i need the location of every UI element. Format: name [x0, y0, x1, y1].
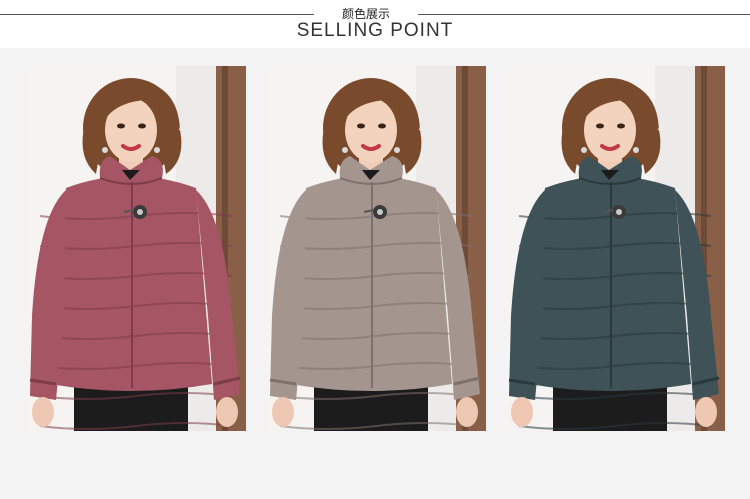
product-photo-dark-teal	[505, 66, 725, 431]
product-photo-taupe-grey	[266, 66, 486, 431]
header-divider-right	[418, 14, 750, 15]
color-gallery	[0, 48, 750, 499]
header-divider-left	[0, 14, 314, 15]
header-title-english: SELLING POINT	[296, 20, 454, 41]
product-photo-rose-pink	[26, 66, 246, 431]
section-header: 颜色展示 SELLING POINT	[0, 0, 750, 48]
